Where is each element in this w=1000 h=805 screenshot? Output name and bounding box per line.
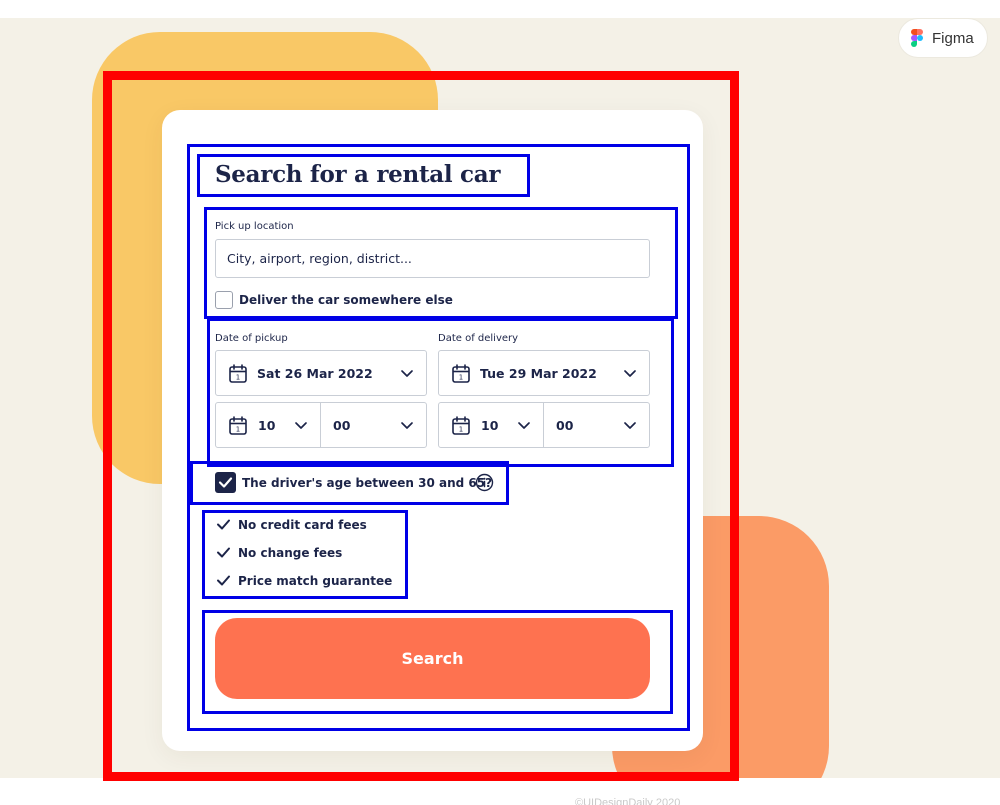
perk-price-match-guarantee: Price match guarantee [238, 574, 393, 588]
checkmark-icon [218, 477, 233, 488]
delivery-date-select[interactable]: 1 Tue 29 Mar 2022 [438, 350, 650, 396]
svg-text:1: 1 [236, 426, 240, 434]
delivery-hour-select[interactable]: 1 10 [438, 402, 544, 448]
driver-age-checkbox[interactable] [215, 472, 236, 493]
perk-no-credit-card-fees: No credit card fees [238, 518, 367, 532]
perk-no-change-fees: No change fees [238, 546, 343, 560]
page-title: Search for a rental car [215, 161, 501, 188]
calendar-icon: 1 [229, 416, 247, 435]
pickup-hour-value: 10 [258, 418, 276, 433]
calendar-icon: 1 [229, 364, 247, 383]
bottom-strip [0, 778, 1000, 805]
calendar-icon: 1 [452, 364, 470, 383]
pickup-minute-value: 00 [333, 418, 351, 433]
driver-age-label[interactable]: The driver's age between 30 and 65? [242, 476, 492, 490]
deliver-elsewhere-checkbox[interactable] [215, 291, 233, 309]
checkmark-icon [217, 575, 230, 586]
chevron-down-icon [401, 422, 413, 429]
info-icon[interactable] [475, 473, 494, 492]
figma-logo-icon [911, 29, 923, 47]
delivery-minute-select[interactable]: 00 [543, 402, 650, 448]
chevron-down-icon [624, 422, 636, 429]
chevron-down-icon [401, 370, 413, 377]
delivery-date-value: Tue 29 Mar 2022 [480, 366, 597, 381]
svg-text:1: 1 [236, 374, 240, 382]
pickup-location-input[interactable] [215, 239, 650, 278]
chevron-down-icon [295, 422, 307, 429]
chevron-down-icon [624, 370, 636, 377]
pickup-hour-select[interactable]: 1 10 [215, 402, 321, 448]
svg-text:1: 1 [459, 374, 463, 382]
chevron-down-icon [518, 422, 530, 429]
calendar-icon: 1 [452, 416, 470, 435]
pickup-date-select[interactable]: 1 Sat 26 Mar 2022 [215, 350, 427, 396]
figma-badge[interactable]: Figma [898, 18, 988, 58]
delivery-minute-value: 00 [556, 418, 574, 433]
delivery-hour-value: 10 [481, 418, 499, 433]
checkmark-icon [217, 547, 230, 558]
svg-text:1: 1 [459, 426, 463, 434]
pickup-minute-select[interactable]: 00 [320, 402, 427, 448]
pickup-date-value: Sat 26 Mar 2022 [257, 366, 373, 381]
delivery-date-label: Date of delivery [438, 333, 519, 344]
copyright-text: ©UIDesignDaily 2020 [575, 797, 681, 805]
figma-label: Figma [932, 29, 974, 47]
search-button[interactable]: Search [215, 618, 650, 699]
top-strip [0, 0, 1000, 18]
pickup-date-label: Date of pickup [215, 333, 288, 344]
deliver-elsewhere-label[interactable]: Deliver the car somewhere else [239, 293, 453, 307]
pickup-location-label: Pick up location [215, 221, 294, 232]
checkmark-icon [217, 519, 230, 530]
